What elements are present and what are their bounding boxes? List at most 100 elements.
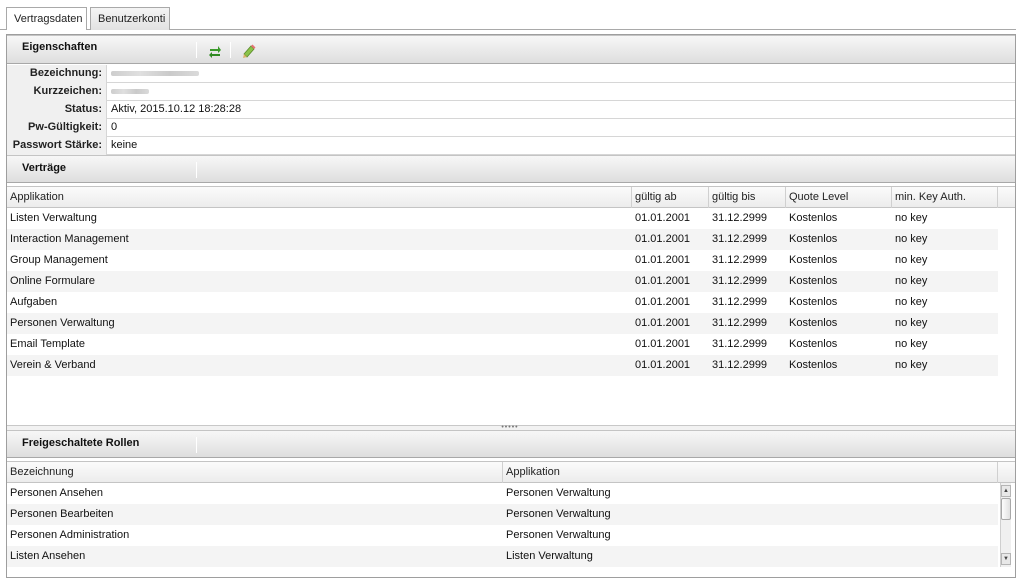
cell-applikation: Listen Verwaltung — [506, 550, 593, 562]
toolbar-separator — [196, 162, 197, 178]
column-header-min-key-auth[interactable]: min. Key Auth. — [892, 187, 998, 208]
rollen-title: Freigeschaltete Rollen — [22, 437, 140, 449]
cell-gueltig-ab: 01.01.2001 — [635, 359, 691, 371]
table-row[interactable]: Online Formulare 01.01.2001 31.12.2999 K… — [7, 271, 998, 292]
vertraege-header: Verträge — [7, 155, 1015, 183]
cell-applikation: Group Management — [10, 254, 108, 266]
table-row[interactable]: Group Management 01.01.2001 31.12.2999 K… — [7, 250, 998, 271]
property-label: Status: — [7, 101, 107, 119]
scroll-down-icon[interactable]: ▼ — [1001, 553, 1011, 565]
cell-gueltig-ab: 01.01.2001 — [635, 233, 691, 245]
status-value: Aktiv, 2015.10.12 18:28:28 — [111, 103, 242, 115]
table-row[interactable]: Personen Administration Personen Verwalt… — [7, 525, 998, 546]
column-header-quote-level[interactable]: Quote Level — [786, 187, 892, 208]
cell-gueltig-ab: 01.01.2001 — [635, 338, 691, 350]
cell-gueltig-ab: 01.01.2001 — [635, 296, 691, 308]
cell-bezeichnung: Listen Ansehen — [10, 550, 86, 562]
pencil-icon[interactable] — [241, 43, 257, 59]
cell-applikation: Personen Verwaltung — [506, 508, 611, 520]
table-row[interactable]: Personen Bearbeiten Personen Verwaltung — [7, 504, 998, 525]
cell-gueltig-ab: 01.01.2001 — [635, 275, 691, 287]
cell-quote-level: Kostenlos — [789, 338, 838, 350]
cell-min-key-auth: no key — [895, 233, 928, 245]
scroll-up-icon[interactable]: ▲ — [1001, 485, 1011, 497]
scrollbar-thumb[interactable] — [1001, 498, 1011, 520]
passwort-staerke-value: keine — [111, 139, 138, 151]
cell-gueltig-bis: 31.12.2999 — [712, 338, 768, 350]
table-row[interactable]: Aufgaben 01.01.2001 31.12.2999 Kostenlos… — [7, 292, 998, 313]
pw-gueltigkeit-value: 0 — [111, 121, 118, 133]
cell-gueltig-bis: 31.12.2999 — [712, 275, 768, 287]
cell-min-key-auth: no key — [895, 254, 928, 266]
cell-bezeichnung: Personen Bearbeiten — [10, 508, 114, 520]
tab-benutzerkonti[interactable]: Benutzerkonti — [90, 7, 170, 30]
column-header-applikation[interactable]: Applikation — [503, 462, 998, 483]
cell-gueltig-ab: 01.01.2001 — [635, 212, 691, 224]
cell-quote-level: Kostenlos — [789, 359, 838, 371]
vertraege-title: Verträge — [22, 162, 67, 174]
cell-gueltig-bis: 31.12.2999 — [712, 296, 768, 308]
cell-gueltig-bis: 31.12.2999 — [712, 233, 768, 245]
rollen-header: Freigeschaltete Rollen — [7, 430, 1015, 458]
table-row[interactable]: Personen Verwaltung 01.01.2001 31.12.299… — [7, 313, 998, 334]
rollen-grid-header: Bezeichnung Applikation — [7, 461, 1015, 483]
column-header-bezeichnung[interactable]: Bezeichnung — [7, 462, 503, 483]
refresh-icon[interactable] — [207, 43, 223, 59]
cell-quote-level: Kostenlos — [789, 275, 838, 287]
property-row-kurzzeichen: Kurzzeichen: — [7, 83, 1015, 101]
cell-min-key-auth: no key — [895, 296, 928, 308]
column-header-applikation[interactable]: Applikation — [7, 187, 632, 208]
main-panel: Eigenschaften Bezeichnung: Kurzzeichen: … — [6, 34, 1016, 578]
cell-applikation: Online Formulare — [10, 275, 95, 287]
property-row-pw-gueltigkeit: Pw-Gültigkeit: 0 — [7, 119, 1015, 137]
cell-gueltig-bis: 31.12.2999 — [712, 254, 768, 266]
cell-quote-level: Kostenlos — [789, 233, 838, 245]
toolbar-separator — [196, 437, 197, 453]
table-row[interactable]: Listen Verwaltung 01.01.2001 31.12.2999 … — [7, 208, 998, 229]
cell-quote-level: Kostenlos — [789, 296, 838, 308]
vertraege-grid-header: Applikation gültig ab gültig bis Quote L… — [7, 186, 1015, 208]
cell-bezeichnung: Personen Administration — [10, 529, 130, 541]
property-label: Pw-Gültigkeit: — [7, 119, 107, 137]
cell-applikation: Listen Verwaltung — [10, 212, 97, 224]
cell-applikation: Personen Verwaltung — [10, 317, 115, 329]
table-row[interactable]: Personen Ansehen Personen Verwaltung — [7, 483, 998, 504]
tab-bar: Vertragsdaten Benutzerkonti — [0, 0, 1024, 30]
table-row[interactable]: Interaction Management 01.01.2001 31.12.… — [7, 229, 998, 250]
property-row-passwort-staerke: Passwort Stärke: keine — [7, 137, 1015, 155]
column-header-gueltig-bis[interactable]: gültig bis — [709, 187, 786, 208]
eigenschaften-header: Eigenschaften — [7, 35, 1015, 64]
property-label: Kurzzeichen: — [7, 83, 107, 101]
property-label: Passwort Stärke: — [7, 137, 107, 155]
property-row-status: Status: Aktiv, 2015.10.12 18:28:28 — [7, 101, 1015, 119]
cell-applikation: Interaction Management — [10, 233, 129, 245]
redacted-value — [111, 89, 149, 94]
cell-applikation: Email Template — [10, 338, 85, 350]
tab-vertragsdaten[interactable]: Vertragsdaten — [6, 7, 87, 30]
cell-min-key-auth: no key — [895, 212, 928, 224]
cell-applikation: Verein & Verband — [10, 359, 96, 371]
redacted-value — [111, 71, 199, 76]
toolbar-separator — [230, 42, 231, 58]
cell-applikation: Personen Verwaltung — [506, 529, 611, 541]
rollen-scrollbar[interactable]: ▲ ▼ — [1000, 483, 1011, 567]
cell-quote-level: Kostenlos — [789, 254, 838, 266]
table-row[interactable]: Listen Ansehen Listen Verwaltung — [7, 546, 998, 567]
column-header-gueltig-ab[interactable]: gültig ab — [632, 187, 709, 208]
cell-min-key-auth: no key — [895, 317, 928, 329]
table-row[interactable]: Verein & Verband 01.01.2001 31.12.2999 K… — [7, 355, 998, 376]
table-row[interactable]: Email Template 01.01.2001 31.12.2999 Kos… — [7, 334, 998, 355]
eigenschaften-title: Eigenschaften — [22, 41, 98, 53]
cell-min-key-auth: no key — [895, 338, 928, 350]
property-label: Bezeichnung: — [7, 65, 107, 83]
cell-gueltig-ab: 01.01.2001 — [635, 254, 691, 266]
cell-gueltig-ab: 01.01.2001 — [635, 317, 691, 329]
cell-gueltig-bis: 31.12.2999 — [712, 359, 768, 371]
cell-quote-level: Kostenlos — [789, 212, 838, 224]
cell-min-key-auth: no key — [895, 275, 928, 287]
toolbar-separator — [196, 42, 197, 58]
cell-applikation: Aufgaben — [10, 296, 58, 308]
cell-bezeichnung: Personen Ansehen — [10, 487, 103, 499]
cell-applikation: Personen Verwaltung — [506, 487, 611, 499]
cell-min-key-auth: no key — [895, 359, 928, 371]
